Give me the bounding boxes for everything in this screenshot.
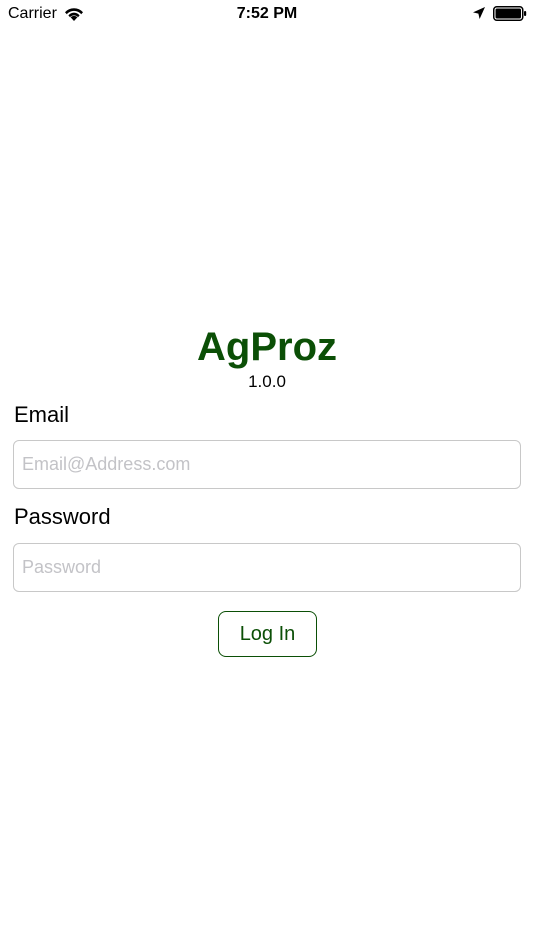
location-arrow-icon (473, 7, 485, 19)
password-input[interactable] (13, 543, 521, 592)
app-version: 1.0.0 (248, 372, 286, 391)
email-input[interactable] (13, 440, 521, 489)
status-time: 7:52 PM (236, 5, 298, 22)
login-button[interactable]: Log In (218, 611, 317, 657)
password-label: Password (14, 504, 111, 529)
status-bar: Carrier 7:52 PM (0, 0, 534, 28)
battery-icon (493, 6, 527, 21)
app-title: AgProz (197, 325, 337, 369)
login-screen: Carrier 7:52 PM AgProz 1.0.0 Email Passw… (0, 0, 534, 950)
email-label: Email (14, 402, 70, 427)
